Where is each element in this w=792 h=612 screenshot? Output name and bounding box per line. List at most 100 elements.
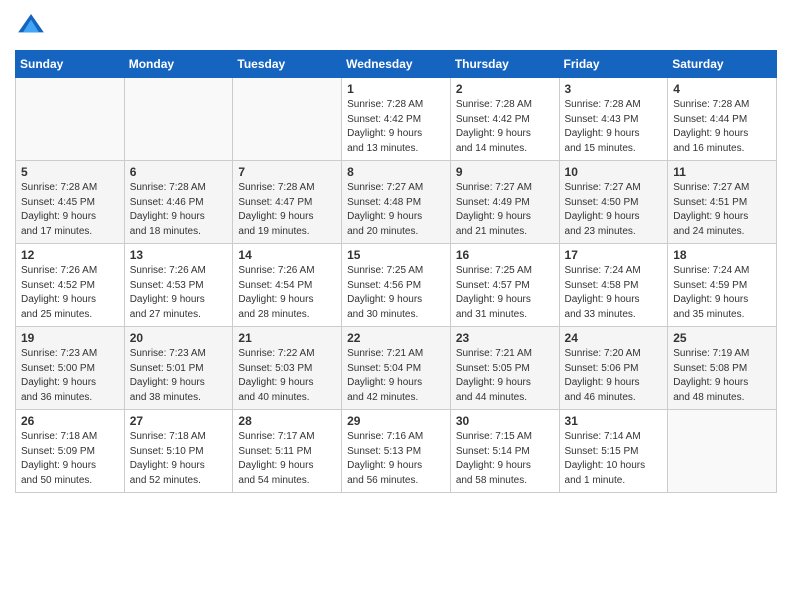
day-info: Sunrise: 7:24 AM Sunset: 4:58 PM Dayligh… xyxy=(565,264,663,322)
calendar-day: 16 Sunrise: 7:25 AM Sunset: 4:57 PM Dayli… xyxy=(450,244,559,327)
calendar-day: 2 Sunrise: 7:28 AM Sunset: 4:42 PM Daylig… xyxy=(450,78,559,161)
calendar-day: 6 Sunrise: 7:28 AM Sunset: 4:46 PM Daylig… xyxy=(124,161,233,244)
day-info: Sunrise: 7:28 AM Sunset: 4:43 PM Dayligh… xyxy=(565,98,663,156)
day-number: 2 xyxy=(456,82,554,96)
calendar-day: 18Sunrise: 7:24 AM Sunset: 4:59 PM Dayli… xyxy=(668,244,777,327)
calendar-week-1: 1 Sunrise: 7:28 AM Sunset: 4:42 PM Daylig… xyxy=(16,78,777,161)
calendar-day: 13Sunrise: 7:26 AM Sunset: 4:53 PM Dayli… xyxy=(124,244,233,327)
header-wednesday: Wednesday xyxy=(342,51,451,78)
day-number: 1 xyxy=(347,82,445,96)
day-info: Sunrise: 7:23 AM Sunset: 5:01 PM Dayligh… xyxy=(130,347,228,405)
calendar: SundayMondayTuesdayWednesdayThursdayFrid… xyxy=(15,50,777,493)
day-info: Sunrise: 7:21 AM Sunset: 5:04 PM Dayligh… xyxy=(347,347,445,405)
day-info: Sunrise: 7:25 AM Sunset: 4:57 PM Dayligh… xyxy=(456,264,554,322)
day-number: 22 xyxy=(347,331,445,345)
day-info: Sunrise: 7:28 AM Sunset: 4:47 PM Dayligh… xyxy=(238,181,336,239)
calendar-day xyxy=(668,410,777,493)
calendar-day: 22 Sunrise: 7:21 AM Sunset: 5:04 PM Dayli… xyxy=(342,327,451,410)
day-info: Sunrise: 7:26 AM Sunset: 4:53 PM Dayligh… xyxy=(130,264,228,322)
day-number: 3 xyxy=(565,82,663,96)
day-info: Sunrise: 7:28 AM Sunset: 4:42 PM Dayligh… xyxy=(347,98,445,156)
logo-icon xyxy=(15,10,47,42)
day-info: Sunrise: 7:22 AM Sunset: 5:03 PM Dayligh… xyxy=(238,347,336,405)
day-number: 31 xyxy=(565,414,663,428)
day-number: 15 xyxy=(347,248,445,262)
calendar-day: 23 Sunrise: 7:21 AM Sunset: 5:05 PM Dayli… xyxy=(450,327,559,410)
calendar-day: 5 Sunrise: 7:28 AM Sunset: 4:45 PM Daylig… xyxy=(16,161,125,244)
header-friday: Friday xyxy=(559,51,668,78)
calendar-day: 30Sunrise: 7:15 AM Sunset: 5:14 PM Dayli… xyxy=(450,410,559,493)
calendar-day: 15 Sunrise: 7:25 AM Sunset: 4:56 PM Dayli… xyxy=(342,244,451,327)
page-header xyxy=(15,10,777,42)
day-number: 12 xyxy=(21,248,119,262)
day-number: 8 xyxy=(347,165,445,179)
day-info: Sunrise: 7:21 AM Sunset: 5:05 PM Dayligh… xyxy=(456,347,554,405)
day-number: 26 xyxy=(21,414,119,428)
calendar-day: 20 Sunrise: 7:23 AM Sunset: 5:01 PM Dayli… xyxy=(124,327,233,410)
day-info: Sunrise: 7:28 AM Sunset: 4:46 PM Dayligh… xyxy=(130,181,228,239)
header-monday: Monday xyxy=(124,51,233,78)
calendar-week-4: 19Sunrise: 7:23 AM Sunset: 5:00 PM Dayli… xyxy=(16,327,777,410)
calendar-day: 14 Sunrise: 7:26 AM Sunset: 4:54 PM Dayli… xyxy=(233,244,342,327)
calendar-day: 24 Sunrise: 7:20 AM Sunset: 5:06 PM Dayli… xyxy=(559,327,668,410)
day-number: 6 xyxy=(130,165,228,179)
header-sunday: Sunday xyxy=(16,51,125,78)
day-info: Sunrise: 7:18 AM Sunset: 5:10 PM Dayligh… xyxy=(130,430,228,488)
day-info: Sunrise: 7:26 AM Sunset: 4:54 PM Dayligh… xyxy=(238,264,336,322)
day-number: 27 xyxy=(130,414,228,428)
header-tuesday: Tuesday xyxy=(233,51,342,78)
day-info: Sunrise: 7:20 AM Sunset: 5:06 PM Dayligh… xyxy=(565,347,663,405)
day-number: 24 xyxy=(565,331,663,345)
day-info: Sunrise: 7:18 AM Sunset: 5:09 PM Dayligh… xyxy=(21,430,119,488)
day-info: Sunrise: 7:14 AM Sunset: 5:15 PM Dayligh… xyxy=(565,430,663,488)
calendar-header-row: SundayMondayTuesdayWednesdayThursdayFrid… xyxy=(16,51,777,78)
day-number: 28 xyxy=(238,414,336,428)
calendar-day: 4Sunrise: 7:28 AM Sunset: 4:44 PM Daylig… xyxy=(668,78,777,161)
day-number: 23 xyxy=(456,331,554,345)
calendar-day: 3 Sunrise: 7:28 AM Sunset: 4:43 PM Daylig… xyxy=(559,78,668,161)
calendar-day: 17 Sunrise: 7:24 AM Sunset: 4:58 PM Dayli… xyxy=(559,244,668,327)
day-number: 9 xyxy=(456,165,554,179)
calendar-week-3: 12 Sunrise: 7:26 AM Sunset: 4:52 PM Dayli… xyxy=(16,244,777,327)
header-saturday: Saturday xyxy=(668,51,777,78)
day-number: 10 xyxy=(565,165,663,179)
calendar-week-5: 26 Sunrise: 7:18 AM Sunset: 5:09 PM Dayli… xyxy=(16,410,777,493)
day-number: 20 xyxy=(130,331,228,345)
day-number: 11 xyxy=(673,165,771,179)
day-info: Sunrise: 7:27 AM Sunset: 4:51 PM Dayligh… xyxy=(673,181,771,239)
day-number: 25 xyxy=(673,331,771,345)
calendar-day: 28 Sunrise: 7:17 AM Sunset: 5:11 PM Dayli… xyxy=(233,410,342,493)
day-info: Sunrise: 7:19 AM Sunset: 5:08 PM Dayligh… xyxy=(673,347,771,405)
calendar-day: 19Sunrise: 7:23 AM Sunset: 5:00 PM Dayli… xyxy=(16,327,125,410)
calendar-day: 29Sunrise: 7:16 AM Sunset: 5:13 PM Dayli… xyxy=(342,410,451,493)
calendar-day xyxy=(16,78,125,161)
calendar-day: 8 Sunrise: 7:27 AM Sunset: 4:48 PM Daylig… xyxy=(342,161,451,244)
day-info: Sunrise: 7:17 AM Sunset: 5:11 PM Dayligh… xyxy=(238,430,336,488)
day-number: 5 xyxy=(21,165,119,179)
day-info: Sunrise: 7:23 AM Sunset: 5:00 PM Dayligh… xyxy=(21,347,119,405)
day-info: Sunrise: 7:28 AM Sunset: 4:42 PM Dayligh… xyxy=(456,98,554,156)
day-info: Sunrise: 7:27 AM Sunset: 4:49 PM Dayligh… xyxy=(456,181,554,239)
calendar-day: 11 Sunrise: 7:27 AM Sunset: 4:51 PM Dayli… xyxy=(668,161,777,244)
calendar-day xyxy=(124,78,233,161)
calendar-day: 26 Sunrise: 7:18 AM Sunset: 5:09 PM Dayli… xyxy=(16,410,125,493)
calendar-day: 21Sunrise: 7:22 AM Sunset: 5:03 PM Dayli… xyxy=(233,327,342,410)
logo xyxy=(15,10,51,42)
day-number: 16 xyxy=(456,248,554,262)
calendar-day xyxy=(233,78,342,161)
day-info: Sunrise: 7:24 AM Sunset: 4:59 PM Dayligh… xyxy=(673,264,771,322)
day-number: 4 xyxy=(673,82,771,96)
day-info: Sunrise: 7:28 AM Sunset: 4:45 PM Dayligh… xyxy=(21,181,119,239)
header-thursday: Thursday xyxy=(450,51,559,78)
day-info: Sunrise: 7:25 AM Sunset: 4:56 PM Dayligh… xyxy=(347,264,445,322)
day-number: 17 xyxy=(565,248,663,262)
day-info: Sunrise: 7:27 AM Sunset: 4:50 PM Dayligh… xyxy=(565,181,663,239)
calendar-day: 25 Sunrise: 7:19 AM Sunset: 5:08 PM Dayli… xyxy=(668,327,777,410)
calendar-day: 9 Sunrise: 7:27 AM Sunset: 4:49 PM Daylig… xyxy=(450,161,559,244)
day-number: 14 xyxy=(238,248,336,262)
calendar-day: 7Sunrise: 7:28 AM Sunset: 4:47 PM Daylig… xyxy=(233,161,342,244)
day-info: Sunrise: 7:26 AM Sunset: 4:52 PM Dayligh… xyxy=(21,264,119,322)
day-number: 30 xyxy=(456,414,554,428)
calendar-day: 31 Sunrise: 7:14 AM Sunset: 5:15 PM Dayli… xyxy=(559,410,668,493)
day-info: Sunrise: 7:27 AM Sunset: 4:48 PM Dayligh… xyxy=(347,181,445,239)
